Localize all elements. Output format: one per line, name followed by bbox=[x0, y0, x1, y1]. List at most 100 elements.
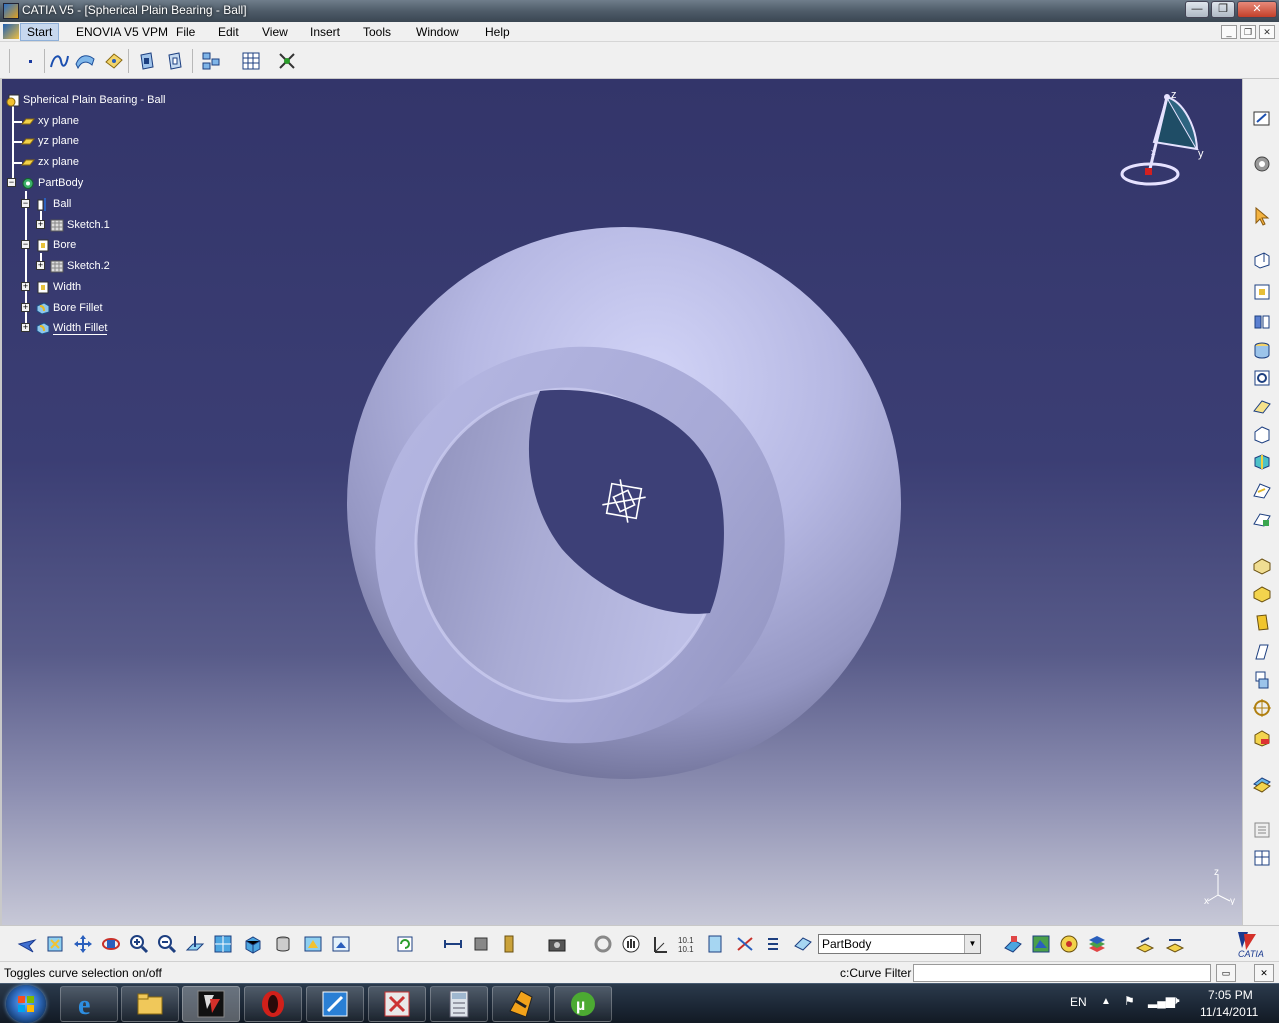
power-input-field[interactable] bbox=[913, 964, 1211, 982]
doc-minimize-button[interactable]: _ bbox=[1221, 25, 1237, 39]
pocket-tool-icon[interactable] bbox=[1251, 281, 1273, 303]
tree-item-width-fillet[interactable]: Width Fillet bbox=[36, 320, 108, 336]
tree-item-yz-plane[interactable]: yz plane bbox=[21, 133, 79, 149]
menu-window[interactable]: Window bbox=[416, 25, 459, 39]
view-back-icon[interactable] bbox=[164, 50, 186, 72]
publish-icon[interactable] bbox=[1134, 933, 1156, 955]
layers-icon[interactable] bbox=[1086, 933, 1108, 955]
restore-button[interactable]: ❐ bbox=[1211, 1, 1235, 18]
plane-tool-icon[interactable] bbox=[704, 933, 726, 955]
capture-camera-icon[interactable] bbox=[546, 933, 568, 955]
collapse-ball-toggle[interactable]: − bbox=[21, 199, 30, 208]
hole-tool-icon[interactable] bbox=[1251, 339, 1273, 361]
3d-viewport[interactable]: z y x z x y Spherical Plain Bearing - Ba… bbox=[0, 79, 1242, 925]
thickness-icon[interactable] bbox=[1251, 669, 1273, 691]
thread-icon[interactable] bbox=[1251, 697, 1273, 719]
product-structure-icon[interactable] bbox=[200, 50, 222, 72]
analysis-icon[interactable] bbox=[592, 933, 614, 955]
shading-icon[interactable] bbox=[272, 933, 294, 955]
draft-icon[interactable] bbox=[1251, 611, 1273, 633]
shell-icon[interactable] bbox=[1251, 641, 1273, 663]
select-arrow-icon[interactable] bbox=[1251, 205, 1273, 227]
map-icon[interactable] bbox=[1030, 933, 1052, 955]
numeric-icon[interactable]: 10.1 10.1 bbox=[676, 933, 698, 955]
menu-tools[interactable]: Tools bbox=[363, 25, 391, 39]
app-5-icon[interactable] bbox=[306, 986, 364, 1022]
tree-item-sketch-1[interactable]: Sketch.1 bbox=[50, 217, 110, 233]
multi-view-icon[interactable] bbox=[212, 933, 234, 955]
status-stop-button[interactable]: ✕ bbox=[1254, 964, 1274, 982]
measure-item-icon[interactable] bbox=[470, 933, 492, 955]
tree-item-sketch-2[interactable]: Sketch.2 bbox=[50, 258, 110, 274]
app-6-icon[interactable] bbox=[368, 986, 426, 1022]
menu-help[interactable]: Help bbox=[485, 25, 510, 39]
calculator-icon[interactable] bbox=[430, 986, 488, 1022]
render-style-icon[interactable] bbox=[1002, 933, 1024, 955]
spec-tree-toggle-icon[interactable] bbox=[1251, 819, 1273, 841]
language-indicator[interactable]: EN bbox=[1070, 995, 1087, 1009]
close-button[interactable]: ✕ bbox=[1237, 1, 1277, 18]
winamp-icon[interactable] bbox=[492, 986, 550, 1022]
body-select[interactable]: PartBody ▼ bbox=[818, 934, 981, 954]
edge-fillet-icon[interactable] bbox=[1251, 555, 1273, 577]
iso-view-icon[interactable] bbox=[242, 933, 264, 955]
catia-taskbar-icon[interactable] bbox=[182, 986, 240, 1022]
tree-item-ball[interactable]: Ball bbox=[36, 196, 71, 212]
windows-start-button[interactable] bbox=[6, 985, 46, 1023]
tree-item-bore-fillet[interactable]: Bore Fillet bbox=[36, 300, 103, 316]
solid-combine-icon[interactable] bbox=[1251, 451, 1273, 473]
grid-icon[interactable] bbox=[240, 50, 262, 72]
catalog-icon[interactable] bbox=[1251, 847, 1273, 869]
sketcher-icon[interactable] bbox=[1251, 107, 1273, 129]
chamfer-icon[interactable] bbox=[1251, 583, 1273, 605]
volume-icon[interactable]: 🕨 bbox=[1172, 993, 1180, 1008]
curve-filter-icon[interactable] bbox=[734, 933, 756, 955]
tray-expand-icon[interactable]: ▲ bbox=[1101, 996, 1111, 1007]
knowledge-icon[interactable] bbox=[1058, 933, 1080, 955]
hand-manipulate-icon[interactable] bbox=[620, 933, 642, 955]
zoom-in-icon[interactable] bbox=[128, 933, 150, 955]
tree-item-xy-plane[interactable]: xy plane bbox=[21, 113, 79, 129]
expand-width-toggle[interactable]: + bbox=[21, 282, 30, 291]
collapse-bore-toggle[interactable]: − bbox=[21, 240, 30, 249]
catia-app-icon[interactable] bbox=[3, 3, 19, 19]
normal-view-icon[interactable] bbox=[184, 933, 206, 955]
chevron-down-icon[interactable]: ▼ bbox=[964, 935, 980, 953]
list-icon[interactable] bbox=[762, 933, 784, 955]
minimize-button[interactable]: — bbox=[1185, 1, 1209, 18]
swap-space-icon[interactable] bbox=[330, 933, 352, 955]
doc-close-button[interactable]: ✕ bbox=[1259, 25, 1275, 39]
slot-tool-icon[interactable] bbox=[1251, 423, 1273, 445]
expand-sketch1-toggle[interactable]: + bbox=[36, 220, 45, 229]
menu-enovia[interactable]: ENOVIA V5 VPM bbox=[76, 25, 168, 39]
pan-icon[interactable] bbox=[72, 933, 94, 955]
clock-date[interactable]: 11/14/2011 bbox=[1200, 1005, 1258, 1019]
compass-icon[interactable]: z y x bbox=[1114, 87, 1224, 197]
translation-icon[interactable] bbox=[1251, 727, 1273, 749]
groove-tool-icon[interactable] bbox=[1251, 367, 1273, 389]
expand-sketch2-toggle[interactable]: + bbox=[36, 261, 45, 270]
tree-item-zx-plane[interactable]: zx plane bbox=[21, 154, 79, 170]
tree-root[interactable]: Spherical Plain Bearing - Ball bbox=[6, 92, 165, 108]
hide-show-icon[interactable] bbox=[302, 933, 324, 955]
doc-restore-button[interactable]: ❐ bbox=[1240, 25, 1256, 39]
stiffener-icon[interactable] bbox=[1251, 479, 1273, 501]
file-explorer-icon[interactable] bbox=[121, 986, 179, 1022]
menu-edit[interactable]: Edit bbox=[218, 25, 239, 39]
document-icon[interactable] bbox=[3, 24, 19, 39]
rotate-icon[interactable] bbox=[100, 933, 122, 955]
wireframe-icon[interactable] bbox=[1164, 933, 1186, 955]
expand-width-fillet-toggle[interactable]: + bbox=[21, 323, 30, 332]
tree-item-width[interactable]: Width bbox=[36, 279, 81, 295]
menu-view[interactable]: View bbox=[262, 25, 288, 39]
menu-file[interactable]: File bbox=[176, 25, 195, 39]
pad-icon[interactable] bbox=[1251, 249, 1273, 271]
menu-insert[interactable]: Insert bbox=[310, 25, 340, 39]
boundary-icon[interactable] bbox=[102, 50, 124, 72]
settings-gear-icon[interactable] bbox=[1251, 153, 1273, 175]
measure-between-icon[interactable] bbox=[442, 933, 464, 955]
tree-item-partbody[interactable]: PartBody bbox=[21, 175, 83, 191]
surface-icon[interactable] bbox=[74, 50, 96, 72]
clock-time[interactable]: 7:05 PM bbox=[1208, 988, 1253, 1002]
spline-icon[interactable] bbox=[48, 50, 70, 72]
